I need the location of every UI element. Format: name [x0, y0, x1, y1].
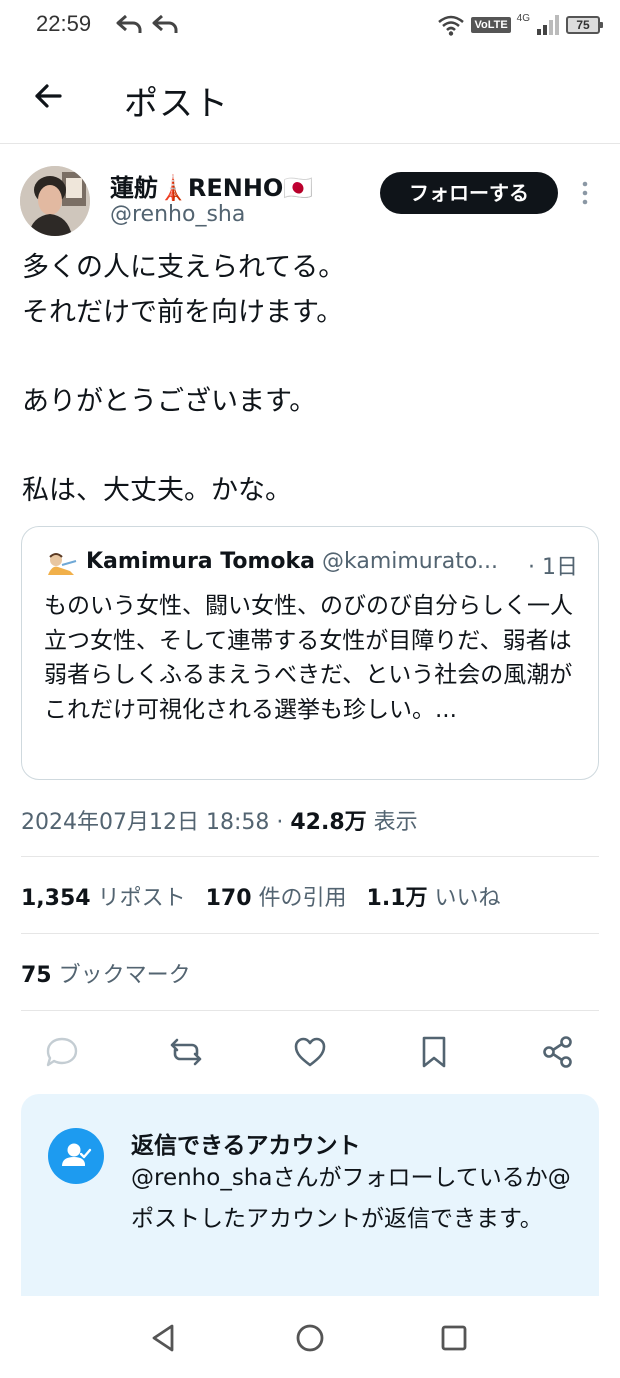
quoted-post[interactable]: Kamimura Tomoka @kamimurato... · 1日 ものいう… [21, 526, 599, 780]
bookmark-icon[interactable] [416, 1034, 452, 1070]
bookmark-stat[interactable]: 75 ブックマーク [21, 957, 191, 989]
notice-text: @renho_shaさんがフォローしているか@ポストしたアカウントが返信できます… [131, 1165, 571, 1232]
quote-text: ものいう女性、闘い女性、のびのび自分らしく一人立つ女性、そして連帯する女性が目障… [44, 593, 573, 723]
quote-author-name: Kamimura Tomoka [86, 549, 316, 574]
page-title: ポスト [124, 84, 229, 124]
reply-notification-icon [152, 14, 178, 33]
nav-home-icon[interactable] [290, 1318, 330, 1358]
volte-indicator: VoLTE [471, 17, 511, 33]
quote-time: · 1日 [528, 555, 578, 580]
repost-stat[interactable]: 1,354 リポスト [21, 886, 186, 911]
nav-back-icon[interactable] [144, 1318, 184, 1358]
like-label: いいね [427, 886, 501, 911]
app-header: ポスト [0, 58, 620, 144]
back-arrow-icon[interactable] [30, 78, 66, 114]
author-name[interactable]: 蓮舫🗼RENHO🇯🇵 [110, 168, 313, 203]
reply-icon[interactable] [44, 1034, 80, 1070]
avatar[interactable] [20, 166, 90, 236]
quote-label: 件の引用 [251, 886, 347, 911]
post-meta: 2024年07月12日 18:58 · 42.8万 表示 [21, 804, 418, 836]
wifi-icon [438, 15, 465, 36]
quote-stat[interactable]: 170 件の引用 [206, 886, 347, 911]
like-icon[interactable] [292, 1034, 328, 1070]
repost-label: リポスト [90, 886, 186, 911]
signal-icon [537, 15, 559, 35]
quote-count: 170 [205, 886, 252, 911]
repost-icon[interactable] [168, 1034, 204, 1070]
profile-photo [20, 166, 90, 236]
follow-button[interactable]: フォローする [380, 172, 558, 214]
post-datetime: 2024年07月12日 18:58 · [21, 810, 291, 835]
battery-icon: 75 [566, 16, 603, 34]
more-options-icon[interactable] [578, 178, 592, 208]
divider [21, 933, 599, 934]
quote-avatar [44, 549, 78, 577]
view-label: 表示 [366, 810, 418, 835]
author-handle[interactable]: @renho_sha [110, 202, 245, 227]
user-check-icon [48, 1128, 104, 1184]
repost-count: 1,354 [21, 886, 91, 911]
status-bar: 22:59 VoLTE 4G 75 [0, 0, 620, 50]
post-text: 多くの人に支えられてる。 それだけで前を向けます。 ありがとうございます。 私は… [22, 252, 346, 506]
reply-restriction-notice: 返信できるアカウント @renho_shaさんがフォローしているか@ポストしたア… [21, 1094, 599, 1296]
bookmark-count: 75 [21, 963, 52, 988]
network-type: 4G [516, 12, 530, 24]
engagement-stats: 1,354 リポスト 170 件の引用 1.1万 いいね [21, 880, 501, 912]
view-count[interactable]: 42.8万 [290, 810, 366, 835]
like-stat[interactable]: 1.1万 いいね [367, 886, 501, 911]
divider [21, 856, 599, 857]
share-icon[interactable] [540, 1034, 576, 1070]
like-count: 1.1万 [366, 886, 428, 911]
status-time: 22:59 [36, 11, 92, 36]
reply-notification-icon [116, 14, 142, 33]
notice-title: 返信できるアカウント [131, 1133, 361, 1159]
bookmark-label: ブックマーク [51, 963, 191, 988]
divider [21, 1010, 599, 1011]
quote-author-handle: @kamimurato... [322, 549, 498, 574]
nav-recents-icon[interactable] [434, 1318, 474, 1358]
